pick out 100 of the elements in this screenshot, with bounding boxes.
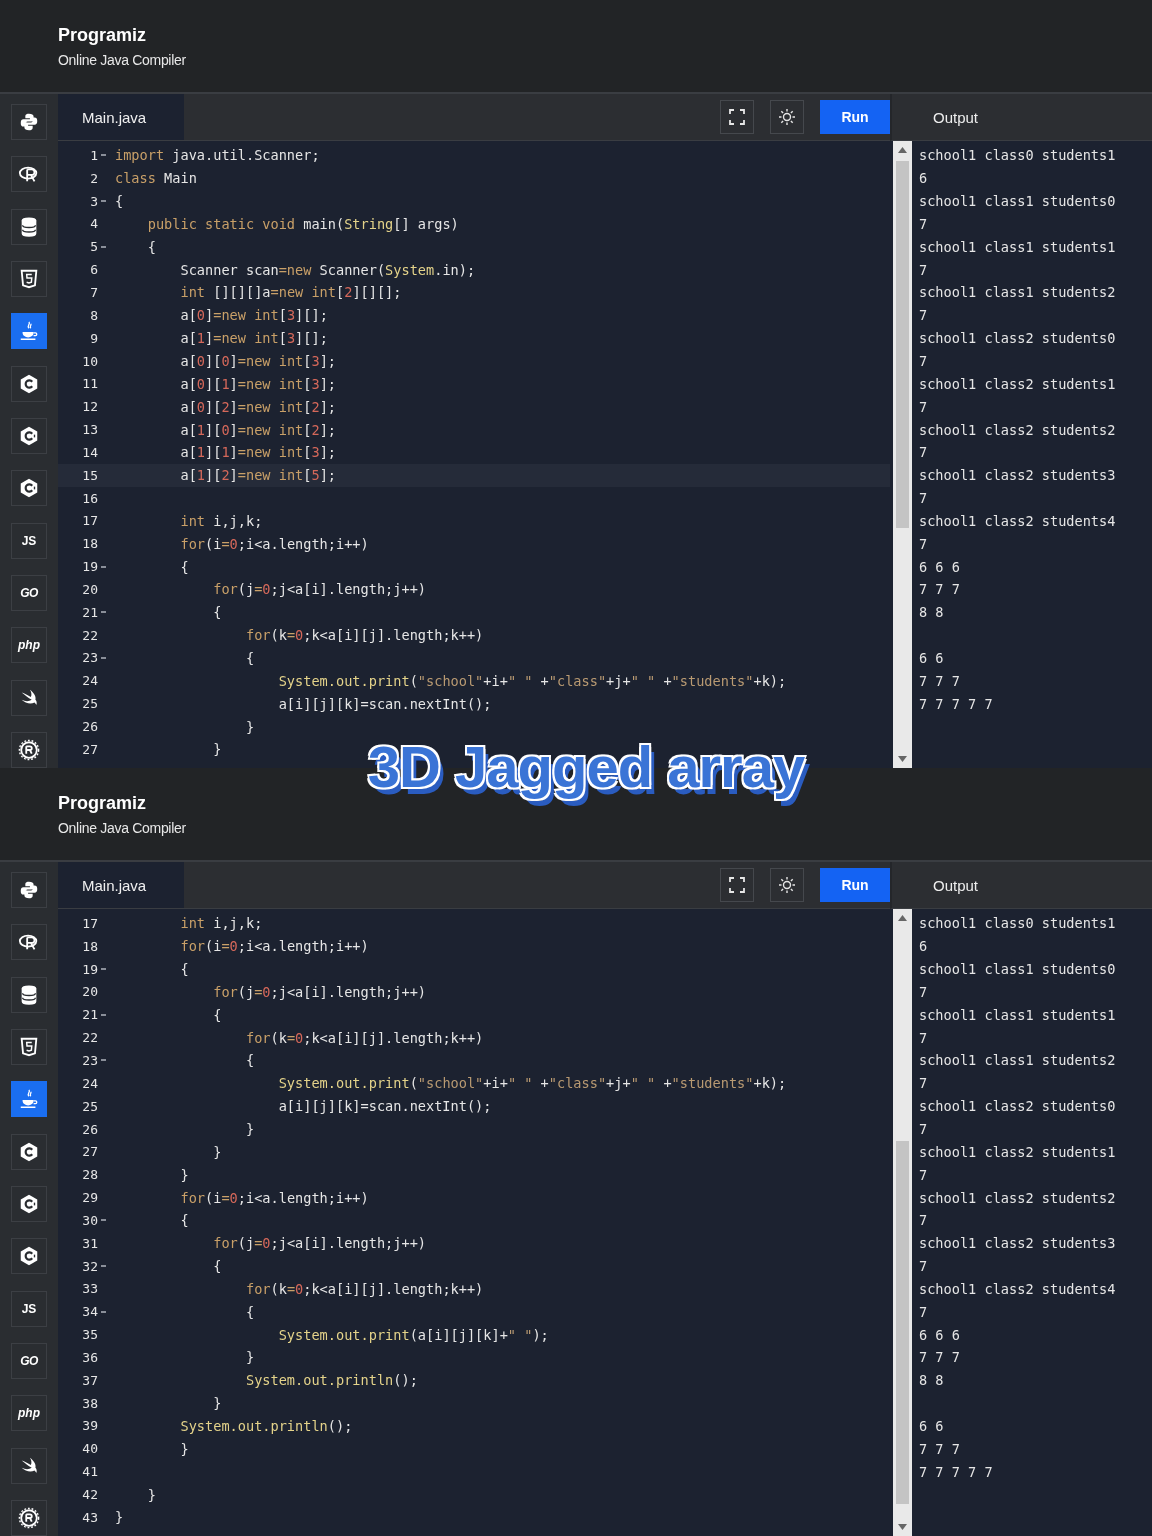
- code-line: a[1][2]=new int[5];: [179, 467, 336, 484]
- code-line: for(k=0;k<a[i][j].length;k++): [244, 1280, 484, 1297]
- line-number: 7: [89, 285, 98, 300]
- fold-marker-icon[interactable]: [101, 1013, 106, 1016]
- language-button[interactable]: [11, 1133, 47, 1170]
- shield-icon: [18, 267, 40, 290]
- language-button[interactable]: [11, 679, 47, 716]
- language-button[interactable]: JS: [11, 1290, 47, 1327]
- line-number: 36: [81, 1349, 98, 1365]
- line-number: 39: [81, 1418, 98, 1434]
- line-number: 18: [81, 938, 98, 954]
- fold-marker-icon[interactable]: [101, 1265, 106, 1268]
- fullscreen-button[interactable]: [720, 868, 754, 902]
- language-button[interactable]: php: [11, 1395, 47, 1432]
- scrollbar-thumb[interactable]: [896, 161, 909, 528]
- code-line: a[1][0]=new int[2];: [179, 421, 336, 438]
- scroll-up-icon[interactable]: [898, 915, 907, 921]
- language-button[interactable]: [11, 1029, 47, 1065]
- line-number: 18: [81, 536, 98, 552]
- hexagon-c-icon: [18, 1245, 40, 1268]
- code-line: }: [179, 1440, 189, 1457]
- file-tab[interactable]: Main.java: [58, 862, 184, 908]
- line-number: 24: [81, 1075, 98, 1091]
- language-button[interactable]: [11, 1500, 47, 1536]
- language-button[interactable]: GO: [11, 575, 47, 611]
- code-line: Scanner scan=new Scanner(System.in);: [179, 261, 476, 278]
- fold-marker-icon[interactable]: [101, 565, 106, 568]
- language-button[interactable]: php: [11, 627, 47, 664]
- fold-marker-icon[interactable]: [101, 200, 106, 203]
- line-number: 20: [81, 984, 98, 1000]
- output-line: school1 class1 students1: [919, 237, 1116, 257]
- line-number: 22: [81, 1030, 98, 1046]
- line-number: 2: [89, 170, 98, 186]
- line-number: 31: [81, 1235, 98, 1251]
- theme-button[interactable]: [770, 100, 804, 134]
- language-button[interactable]: [11, 261, 47, 297]
- output-line: 7: [919, 1120, 929, 1139]
- output-line: 7: [919, 489, 929, 509]
- site-logo[interactable]: Programiz: [58, 792, 147, 814]
- code-line: a[i][j][k]=scan.nextInt();: [277, 1098, 492, 1115]
- code-line: }: [212, 1143, 222, 1160]
- language-button[interactable]: [11, 313, 47, 350]
- fold-marker-icon[interactable]: [101, 1219, 106, 1222]
- run-button[interactable]: Run: [820, 868, 890, 902]
- output-line: 7: [919, 1028, 929, 1048]
- language-button[interactable]: [11, 470, 47, 507]
- site-logo[interactable]: Programiz: [58, 24, 147, 46]
- fold-marker-icon[interactable]: [101, 1310, 106, 1313]
- line-number: 35: [81, 1327, 98, 1343]
- line-number: 15: [81, 467, 98, 483]
- language-button[interactable]: [11, 732, 47, 768]
- language-button[interactable]: [11, 1238, 47, 1275]
- language-button[interactable]: [11, 1447, 47, 1484]
- hexagon-c-icon: [18, 477, 40, 500]
- language-button[interactable]: [11, 872, 47, 908]
- run-button[interactable]: Run: [820, 100, 890, 134]
- language-button[interactable]: JS: [11, 522, 47, 559]
- fold-marker-icon[interactable]: [101, 245, 106, 248]
- fold-marker-icon[interactable]: [101, 1059, 106, 1062]
- fullscreen-icon: [729, 877, 745, 893]
- fullscreen-icon: [729, 109, 745, 125]
- fold-marker-icon[interactable]: [101, 657, 106, 659]
- fullscreen-button[interactable]: [720, 100, 754, 134]
- page-subtitle: Online Java Compiler: [58, 51, 186, 68]
- gear-r-icon: [18, 739, 40, 762]
- code-line: for(i=0;i<a.length;i++): [179, 1189, 369, 1206]
- fold-marker-icon[interactable]: [101, 611, 106, 614]
- go-logo: GO: [20, 1354, 38, 1368]
- language-button[interactable]: [11, 1081, 47, 1118]
- output-line: 7 7 7: [919, 1348, 961, 1368]
- language-button[interactable]: [11, 976, 47, 1013]
- code-line: System.out.print("school"+i+" " +"class"+j+" " +"students"+k);: [277, 672, 787, 689]
- code-line: int [][][]a=new int[2][][];: [179, 284, 402, 301]
- code-line: for(j=0;j<a[i].length;j++): [212, 581, 426, 598]
- language-logo: JS: [21, 533, 37, 548]
- language-button[interactable]: [11, 208, 47, 245]
- theme-button[interactable]: [770, 868, 804, 902]
- language-button[interactable]: [11, 418, 47, 454]
- line-number: 10: [81, 353, 98, 369]
- language-button[interactable]: GO: [11, 1343, 47, 1379]
- language-button[interactable]: [11, 924, 47, 961]
- scrollbar-thumb[interactable]: [896, 1141, 909, 1504]
- line-number: 13: [81, 422, 98, 438]
- scroll-up-icon[interactable]: [898, 147, 907, 153]
- output-title: Output: [933, 876, 979, 894]
- output-line: 7: [919, 982, 929, 1002]
- output-line: 6 6 6: [919, 557, 961, 577]
- language-button[interactable]: [11, 1186, 47, 1222]
- line-number: 5: [89, 239, 98, 255]
- output-line: 8 8: [919, 1371, 945, 1391]
- fold-marker-icon[interactable]: [101, 154, 106, 157]
- language-button[interactable]: [11, 156, 47, 193]
- file-tab[interactable]: Main.java: [58, 94, 184, 140]
- code-line: for(j=0;j<a[i].length;j++): [212, 983, 426, 1000]
- scroll-down-icon[interactable]: [898, 756, 907, 762]
- line-number: 43: [81, 1509, 98, 1525]
- language-button[interactable]: [11, 104, 47, 140]
- language-button[interactable]: [11, 365, 47, 402]
- fold-marker-icon[interactable]: [101, 968, 106, 971]
- scroll-down-icon[interactable]: [898, 1524, 907, 1530]
